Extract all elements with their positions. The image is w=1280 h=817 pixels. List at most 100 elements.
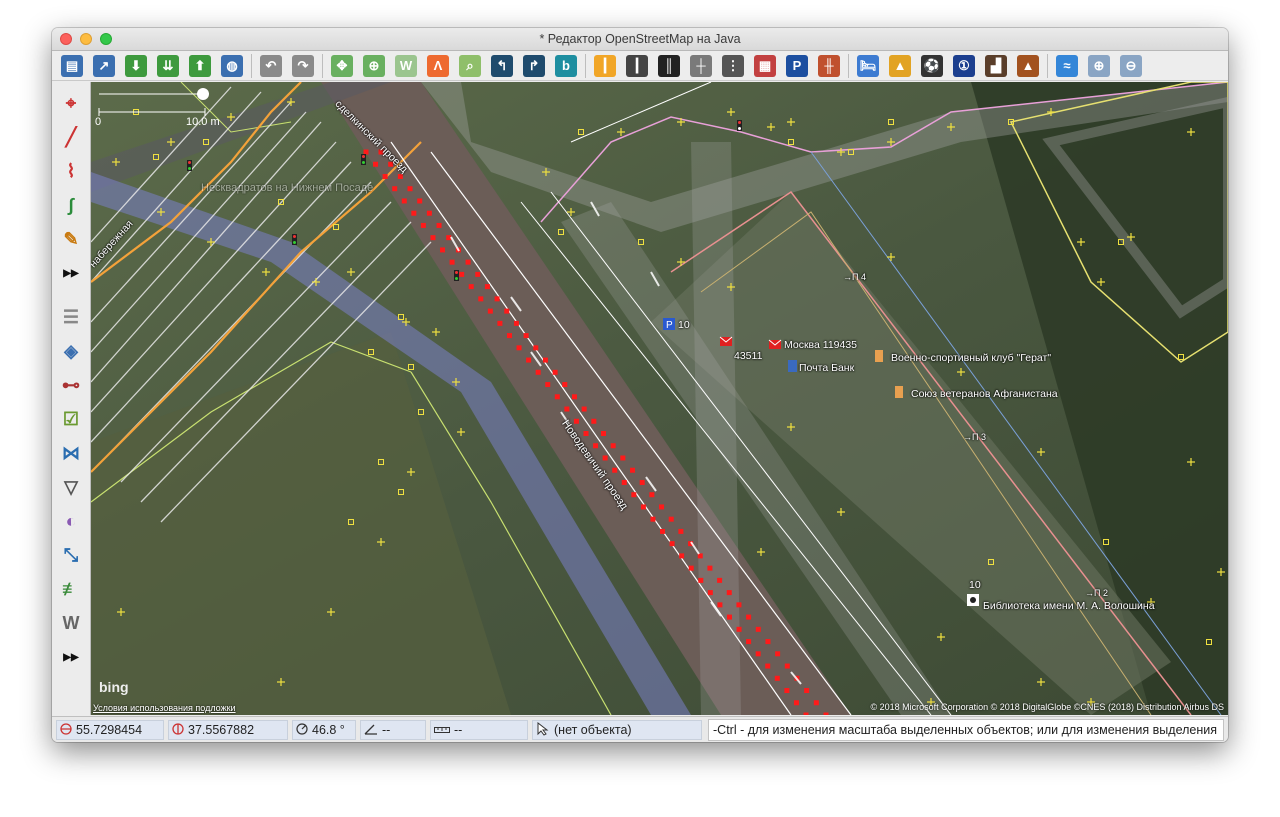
filter-button[interactable]: ▽	[57, 474, 85, 500]
selected-way-node[interactable]	[475, 271, 481, 277]
selected-way-node[interactable]	[765, 639, 771, 645]
sport-button[interactable]: ⚽	[918, 53, 946, 79]
junction-button[interactable]: ┼	[687, 53, 715, 79]
relations-button[interactable]: ⊷	[57, 372, 85, 398]
strava-button[interactable]: Λ	[424, 53, 452, 79]
selected-way-node[interactable]	[487, 308, 493, 314]
post-box-icon[interactable]	[768, 339, 782, 349]
download-button[interactable]: ⬇	[122, 53, 150, 79]
selected-way-node[interactable]	[726, 614, 732, 620]
selected-way-node[interactable]	[717, 602, 723, 608]
selected-way-node[interactable]	[621, 479, 627, 485]
traffic-signals-button[interactable]: ⋮	[719, 53, 747, 79]
selected-way-node[interactable]	[746, 639, 752, 645]
selected-way-node[interactable]	[554, 394, 560, 400]
selected-way-node[interactable]	[363, 149, 369, 155]
selected-way-node[interactable]	[542, 357, 548, 363]
selected-way-node[interactable]	[775, 651, 781, 657]
selected-way-node[interactable]	[793, 700, 799, 706]
selected-way-node[interactable]	[620, 455, 626, 461]
selected-way-node[interactable]	[552, 369, 558, 375]
selected-way-node[interactable]	[804, 688, 810, 694]
selected-way-node[interactable]	[668, 516, 674, 522]
selected-way-node[interactable]	[449, 259, 455, 265]
selected-way-node[interactable]	[726, 590, 732, 596]
selected-way-node[interactable]	[765, 663, 771, 669]
download-more-button[interactable]: ⇊	[154, 53, 182, 79]
industrial-button[interactable]: ▟	[982, 53, 1010, 79]
map-view[interactable]: P 0 10.0 m сделкинский проезд набережная…	[91, 82, 1228, 715]
selected-way-node[interactable]	[698, 577, 704, 583]
selected-way-node[interactable]	[612, 467, 618, 473]
zoom-slider-handle[interactable]	[197, 88, 209, 100]
selected-way-node[interactable]	[426, 210, 432, 216]
selected-way-node[interactable]	[420, 222, 426, 228]
draw-curve-button[interactable]: ∫	[57, 192, 85, 218]
selected-way-node[interactable]	[478, 296, 484, 302]
railway-button[interactable]: ╫	[815, 53, 843, 79]
selected-way-node[interactable]	[430, 235, 436, 241]
selected-way-node[interactable]	[679, 553, 685, 559]
selected-way-node[interactable]	[545, 382, 551, 388]
selected-way-node[interactable]	[660, 528, 666, 534]
ngo-icon[interactable]	[895, 386, 903, 398]
open-location-button[interactable]: ↗	[90, 53, 118, 79]
selected-way-node[interactable]	[571, 394, 577, 400]
selected-way-node[interactable]	[484, 284, 490, 290]
selected-way-node[interactable]	[526, 357, 532, 363]
bing-button[interactable]: b	[552, 53, 580, 79]
selected-way-node[interactable]	[650, 516, 656, 522]
selected-way-node[interactable]	[707, 565, 713, 571]
selected-way-node[interactable]	[407, 186, 413, 192]
selected-way-node[interactable]	[593, 443, 599, 449]
selected-way-node[interactable]	[784, 688, 790, 694]
open-file-button[interactable]: ▤	[58, 53, 86, 79]
selected-way-node[interactable]	[784, 663, 790, 669]
wms-tms-button[interactable]: W	[392, 53, 420, 79]
selected-way-node[interactable]	[717, 577, 723, 583]
selected-way-node[interactable]	[610, 443, 616, 449]
selected-way-node[interactable]	[533, 345, 539, 351]
turn-right-button[interactable]: ↱	[520, 53, 548, 79]
selected-way-node[interactable]	[669, 541, 675, 547]
selected-way-node[interactable]	[736, 626, 742, 632]
selected-way-node[interactable]	[417, 198, 423, 204]
selected-way-node[interactable]	[573, 418, 579, 424]
selected-way-node[interactable]	[649, 492, 655, 498]
validation-button[interactable]: ☑	[57, 406, 85, 432]
selected-way-node[interactable]	[382, 173, 388, 179]
wikipedia-button[interactable]: W	[57, 610, 85, 636]
selected-way-node[interactable]	[562, 382, 568, 388]
selected-way-node[interactable]	[401, 198, 407, 204]
selected-way-node[interactable]	[755, 626, 761, 632]
more-tools-button[interactable]: ▶▶	[57, 260, 85, 286]
selected-way-node[interactable]	[465, 259, 471, 265]
bank-icon[interactable]	[788, 360, 797, 372]
selected-way-node[interactable]	[564, 406, 570, 412]
selected-way-node[interactable]	[601, 431, 606, 436]
selected-way-node[interactable]	[630, 467, 636, 473]
layers-button[interactable]: ☰	[57, 304, 85, 330]
selected-way-node[interactable]	[523, 333, 529, 339]
selected-way-node[interactable]	[823, 712, 829, 716]
waterway-button[interactable]: ≈	[1053, 53, 1081, 79]
selected-way-node[interactable]	[602, 455, 608, 461]
pencil-button[interactable]: ✎	[57, 226, 85, 252]
post-office-icon[interactable]	[719, 336, 733, 346]
parking-button[interactable]: P	[783, 53, 811, 79]
route-button[interactable]: ①	[950, 53, 978, 79]
draw-way-button[interactable]: ╱	[57, 124, 85, 150]
search-button[interactable]: ⌕	[456, 53, 484, 79]
selected-way-node[interactable]	[707, 590, 713, 596]
selected-way-node[interactable]	[659, 504, 665, 510]
selected-way-node[interactable]	[468, 284, 474, 290]
barrier-wall-button[interactable]: ▦	[751, 53, 779, 79]
shop-button[interactable]: ▲	[886, 53, 914, 79]
road-button[interactable]: ┃	[623, 53, 651, 79]
zoom-out-button[interactable]: ⊖	[1117, 53, 1145, 79]
selected-way-node[interactable]	[736, 602, 742, 608]
upload-button[interactable]: ⬆	[186, 53, 214, 79]
parking-poi-icon[interactable]: P	[663, 318, 675, 331]
selected-way-node[interactable]	[494, 296, 500, 302]
road-dark-button[interactable]: ║	[655, 53, 683, 79]
